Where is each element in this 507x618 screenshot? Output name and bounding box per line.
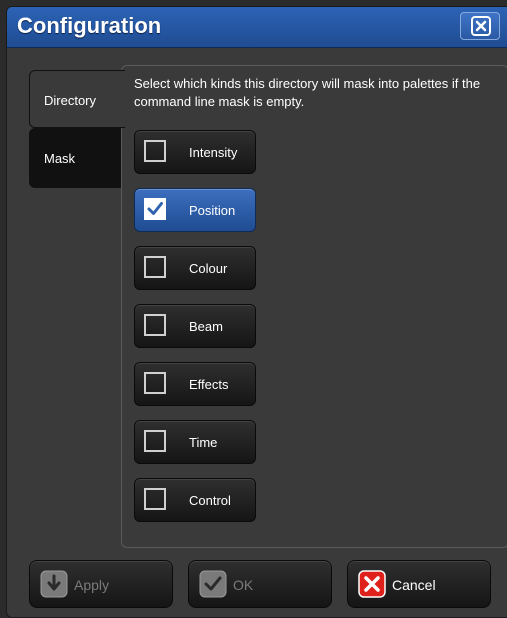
close-icon xyxy=(471,16,491,36)
apply-button[interactable]: Apply xyxy=(29,560,173,608)
checkbox-icon xyxy=(144,314,166,336)
option-label: Time xyxy=(189,435,218,450)
option-intensity[interactable]: Intensity xyxy=(134,130,256,174)
option-effects[interactable]: Effects xyxy=(134,362,256,406)
option-control[interactable]: Control xyxy=(134,478,256,522)
dialog-title: Configuration xyxy=(17,13,162,38)
ok-label: OK xyxy=(233,577,254,593)
checkbox-checked-icon xyxy=(144,198,166,220)
checkbox-icon xyxy=(144,256,166,278)
tab-mask-label: Mask xyxy=(44,151,76,166)
cancel-button[interactable]: Cancel xyxy=(347,560,491,608)
apply-label: Apply xyxy=(74,577,110,593)
apply-download-icon xyxy=(40,570,68,598)
option-label: Position xyxy=(189,203,236,218)
close-button[interactable] xyxy=(460,12,500,40)
cancel-x-icon xyxy=(358,570,386,598)
tab-mask[interactable]: Mask xyxy=(29,128,125,188)
option-label: Control xyxy=(189,493,231,508)
cancel-label: Cancel xyxy=(392,577,436,593)
option-label: Beam xyxy=(189,319,223,334)
tab-directory[interactable]: Directory xyxy=(29,70,125,128)
title-bar: Configuration xyxy=(7,7,507,48)
option-label: Intensity xyxy=(189,145,238,160)
option-position[interactable]: Position xyxy=(134,188,256,232)
option-colour[interactable]: Colour xyxy=(134,246,256,290)
checkbox-icon xyxy=(144,430,166,452)
option-label: Effects xyxy=(189,377,229,392)
ok-button[interactable]: OK xyxy=(188,560,332,608)
checkbox-icon xyxy=(144,488,166,510)
mask-panel: Select which kinds this directory will m… xyxy=(121,65,507,548)
option-time[interactable]: Time xyxy=(134,420,256,464)
panel-description: Select which kinds this directory will m… xyxy=(134,76,481,109)
option-label: Colour xyxy=(189,261,228,276)
checkbox-icon xyxy=(144,140,166,162)
tab-strip: Directory Mask xyxy=(29,70,125,188)
tab-directory-label: Directory xyxy=(44,93,97,108)
ok-check-icon xyxy=(199,570,227,598)
option-beam[interactable]: Beam xyxy=(134,304,256,348)
checkbox-icon xyxy=(144,372,166,394)
configuration-dialog: Configuration Directory Mask Select whic… xyxy=(6,6,507,618)
